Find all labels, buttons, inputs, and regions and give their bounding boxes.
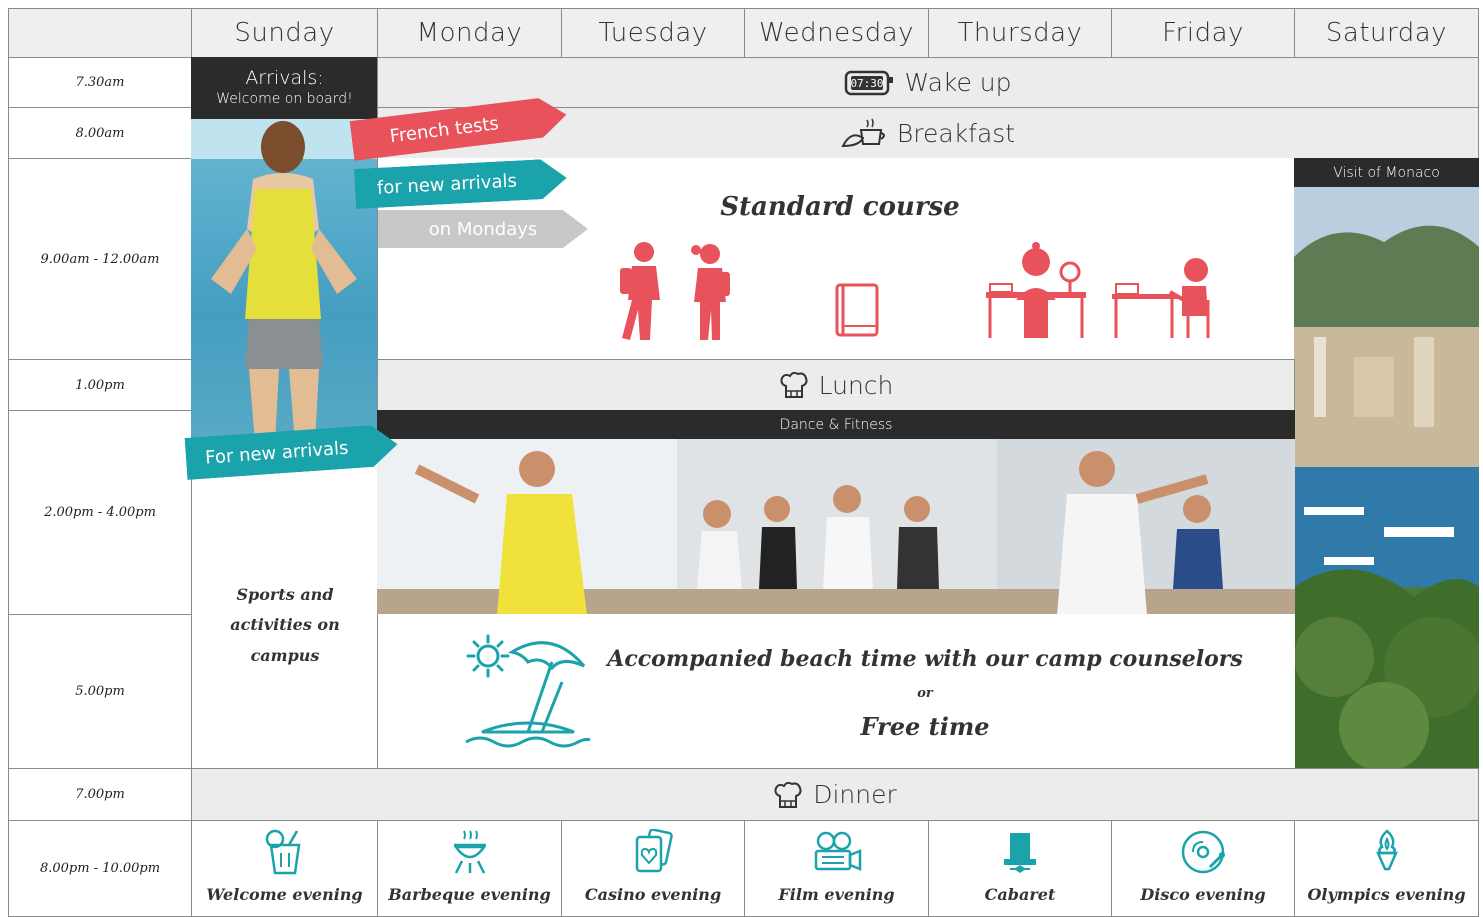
- beach-umbrella-icon: [462, 622, 594, 752]
- time-slot: 1.00pm: [8, 359, 192, 411]
- chef-hat-icon: [773, 780, 803, 810]
- evening-label: Olympics evening: [1307, 885, 1466, 904]
- header-tuesday: Tuesday: [561, 8, 745, 58]
- evening-label: Barbeque evening: [388, 885, 551, 904]
- weekly-schedule: Sunday Monday Tuesday Wednesday Thursday…: [0, 0, 1483, 917]
- evening-thursday: Cabaret: [928, 820, 1112, 917]
- evening-label: Disco evening: [1140, 885, 1266, 904]
- visit-monaco-header: Visit of Monaco: [1294, 158, 1479, 188]
- wake-up-band: 07:30 Wake up: [377, 57, 1479, 108]
- header-monday: Monday: [377, 8, 562, 58]
- torch-icon: [1372, 829, 1402, 879]
- time-slot: 5.00pm: [8, 614, 192, 769]
- dinner-label: Dinner: [813, 780, 897, 809]
- standard-course-title: Standard course: [720, 192, 960, 222]
- student-desk-icon: [1110, 256, 1214, 344]
- wake-up-label: Wake up: [904, 68, 1012, 97]
- header-thursday: Thursday: [928, 8, 1112, 58]
- breakfast-label: Breakfast: [896, 118, 1016, 148]
- arrivals-subtitle: Welcome on board!: [216, 91, 353, 107]
- evening-tuesday: Casino evening: [561, 820, 745, 917]
- evening-label: Film evening: [778, 885, 895, 904]
- evening-saturday: Olympics evening: [1294, 820, 1479, 917]
- header-wednesday: Wednesday: [744, 8, 929, 58]
- monaco-photo: [1294, 187, 1479, 769]
- time-slot: 8.00am: [8, 107, 192, 159]
- top-hat-icon: [1000, 829, 1040, 879]
- beach-line-2: Free time: [860, 712, 990, 741]
- playing-cards-icon: [633, 828, 673, 879]
- evening-label: Cabaret: [984, 885, 1056, 904]
- dance-fitness-photo: [377, 439, 1295, 615]
- time-slot: 8.00pm - 10.00pm: [8, 820, 192, 917]
- header-saturday: Saturday: [1294, 8, 1479, 58]
- evening-sunday: Welcome evening: [191, 820, 378, 917]
- lunch-label: Lunch: [818, 370, 894, 400]
- beach-line-1: Accompanied beach time with our camp cou…: [607, 646, 1243, 672]
- evening-wednesday: Film evening: [744, 820, 929, 917]
- dance-fitness-header: Dance & Fitness: [377, 410, 1295, 439]
- beach-or: or: [917, 686, 933, 701]
- header-friday: Friday: [1111, 8, 1295, 58]
- evening-label: Welcome evening: [206, 885, 363, 904]
- clock-readout: 07:30: [851, 77, 884, 90]
- student-girl-icon: [686, 240, 736, 344]
- time-slot: 2.00pm - 4.00pm: [8, 410, 192, 615]
- dinner-band: Dinner: [191, 768, 1479, 821]
- time-slot: 7.30am: [8, 57, 192, 108]
- time-slot: 7.00pm: [8, 768, 192, 821]
- arrivals-photo: [191, 119, 378, 443]
- corner-cell: [8, 8, 192, 58]
- time-slot: 9.00am - 12.00am: [8, 158, 192, 360]
- croissant-coffee-icon: [841, 116, 887, 150]
- chef-hat-icon: [779, 370, 809, 400]
- teacher-desk-icon: [984, 240, 1088, 344]
- barbecue-icon: [450, 829, 490, 879]
- evening-friday: Disco evening: [1111, 820, 1295, 917]
- book-icon: [834, 282, 880, 342]
- student-walking-icon: [616, 240, 670, 344]
- vinyl-record-icon: [1180, 829, 1226, 879]
- arrivals-block: Arrivals: Welcome on board!: [191, 57, 378, 119]
- header-sunday: Sunday: [191, 8, 378, 58]
- lunch-band: Lunch: [377, 359, 1295, 411]
- film-camera-icon: [812, 829, 862, 879]
- evening-monday: Barbeque evening: [377, 820, 562, 917]
- alarm-clock-icon: 07:30: [844, 69, 894, 97]
- sports-activities-label: Sports and activities on campus: [230, 585, 340, 665]
- cocktail-icon: [265, 829, 305, 879]
- arrivals-title: Arrivals:: [245, 67, 324, 89]
- ribbon-on-mondays: on Mondays: [378, 210, 588, 248]
- evening-label: Casino evening: [584, 885, 722, 904]
